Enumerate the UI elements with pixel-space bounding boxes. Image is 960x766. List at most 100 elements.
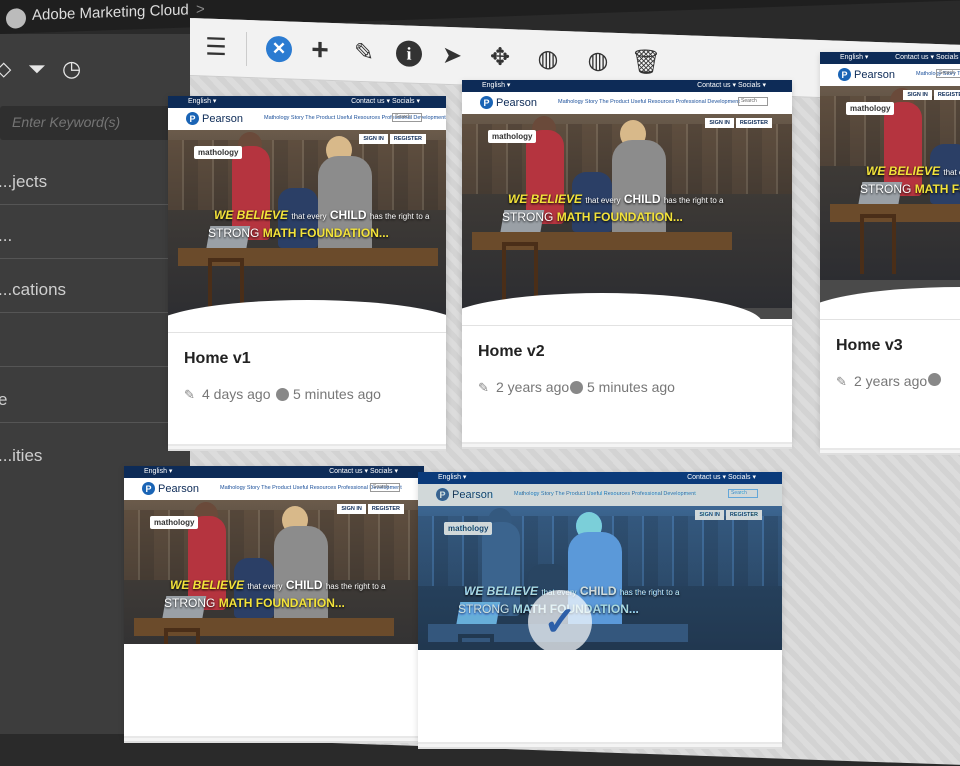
page-thumbnail[interactable]: English ▾ Contact us ▾ Socials ▾ PPearso…: [124, 466, 424, 644]
thumb-math: MATH FOUNDATION...: [556, 210, 683, 224]
thumb-child: CHILD: [623, 192, 661, 206]
published-time: 5 minutes ago: [293, 386, 381, 402]
thumb-child: CHILD: [329, 208, 367, 222]
thumb-brand: Pearson: [158, 482, 199, 495]
thumb-math: MATH FOUNDATION...: [218, 596, 345, 610]
thumb-tagline-1: WE BELIEVE that every CHILD has the righ…: [170, 578, 385, 592]
thumb-hero-image: mathology SIGN IN REGISTER WE BELIEVE th…: [124, 500, 424, 644]
pencil-icon: ✎: [478, 380, 489, 395]
thumb-language: English ▾: [188, 98, 217, 105]
page-card[interactable]: English ▾ Contact us ▾ Socials ▾ PPearso…: [124, 466, 424, 736]
card-modified: ✎ 4 days ago: [184, 386, 271, 402]
globe-icon: [928, 373, 941, 386]
page-card[interactable]: English ▾ Contact us ▾ Socials ▾ PPearso…: [418, 472, 782, 742]
thumb-nav: Mathology Story The Product Useful Resou…: [514, 491, 696, 497]
info-icon[interactable]: i: [396, 40, 422, 68]
thumb-strong: STRONG: [164, 596, 216, 610]
tag-icon[interactable]: ⬦: [0, 56, 11, 82]
search-input[interactable]: [0, 106, 180, 138]
thumb-brand: Pearson: [854, 68, 895, 81]
thumb-register: REGISTER: [725, 510, 762, 520]
thumb-signin: SIGN IN REGISTER: [337, 504, 404, 514]
thumb-math: MATH FOUNDATION...: [262, 226, 389, 240]
page-thumbnail[interactable]: English ▾ Contact us ▾ Socials ▾ PPearso…: [418, 472, 782, 650]
page-thumbnail[interactable]: English ▾ Contact us ▾ Socials ▾ PPearso…: [462, 80, 792, 319]
card-title[interactable]: Home v1: [184, 350, 251, 368]
thumb-register: REGISTER: [735, 118, 772, 128]
divider: [0, 312, 190, 313]
mathology-logo: mathology: [150, 516, 199, 529]
page-card[interactable]: English ▾ Contact us ▾ Socials ▾ PPearso…: [462, 80, 792, 442]
thumb-math: MATH FOUNDATION...: [914, 182, 960, 196]
thumb-sign-in: SIGN IN: [705, 118, 734, 128]
menu-icon[interactable]: ☰: [200, 30, 232, 63]
thumb-strong: STRONG: [860, 182, 912, 196]
add-icon[interactable]: +: [304, 33, 336, 67]
thumb-language: English ▾: [840, 54, 869, 61]
thumb-top-bar: English ▾ Contact us ▾ Socials ▾: [820, 52, 960, 64]
thumb-hero-image: mathology SIGN IN REGISTER WE BELIEVE th…: [168, 130, 446, 324]
delete-icon[interactable]: 🗑: [630, 45, 662, 78]
clock-icon[interactable]: ◷: [62, 56, 81, 82]
select-icon[interactable]: ➤: [436, 39, 468, 72]
thumb-we-believe: WE BELIEVE: [464, 584, 539, 598]
sidebar-item-applications[interactable]: ...cations: [0, 280, 178, 300]
publish-icon[interactable]: ◍: [532, 42, 564, 75]
thumb-header: PPearson Mathology Story The Product Use…: [168, 108, 446, 130]
thumb-language: English ▾: [144, 468, 173, 475]
selected-check-icon[interactable]: ✓: [528, 590, 592, 650]
thumb-tagline-2: STRONG MATH FOUNDATION...: [502, 210, 683, 224]
sidebar-item-projects[interactable]: ...jects: [0, 172, 178, 192]
thumb-contact: Contact us ▾: [329, 468, 368, 475]
pearson-logo: P Pearson: [480, 96, 537, 109]
thumb-that-every: that every: [585, 196, 621, 205]
sidebar-item-4[interactable]: e: [0, 390, 178, 410]
thumb-register: REGISTER: [933, 90, 960, 100]
thumb-right: has the right to a: [325, 582, 386, 591]
thumb-signin: SIGN IN REGISTER: [695, 510, 762, 520]
modified-time: 4 days ago: [202, 386, 271, 402]
breadcrumb-separator: >: [196, 0, 205, 19]
thumb-top-bar: English ▾ Contact us ▾ Socials ▾: [124, 466, 424, 478]
mathology-logo: mathology: [846, 102, 895, 115]
page-card[interactable]: English ▾ Contact us ▾ Socials ▾ PPearso…: [820, 52, 960, 448]
thumb-contact: Contact us ▾: [895, 54, 934, 61]
thumb-brand: Pearson: [496, 96, 537, 109]
card-divider: [820, 319, 960, 320]
thumb-sign-in: SIGN IN: [903, 90, 932, 100]
pencil-icon: ✎: [184, 387, 195, 402]
page-thumbnail[interactable]: English ▾ Contact us ▾ Socials ▾ PPearso…: [168, 96, 446, 326]
card-title[interactable]: Home v3: [836, 337, 903, 355]
page-thumbnail[interactable]: English ▾ Contact us ▾ Socials ▾ PPearso…: [820, 52, 960, 313]
edit-icon[interactable]: ✎: [348, 36, 380, 69]
sidebar-item-activities[interactable]: ...ities: [0, 446, 178, 466]
card-published: 5 minutes ago: [570, 379, 675, 395]
thumb-right: has the right to a: [369, 212, 430, 221]
move-icon[interactable]: ✥: [484, 40, 516, 73]
card-title[interactable]: Home v2: [478, 343, 545, 361]
card-modified: ✎ 2 years ago: [478, 379, 569, 395]
thumb-sign-in: SIGN IN: [359, 134, 388, 144]
close-icon[interactable]: ✕: [266, 35, 292, 63]
thumb-tagline-1: WE BELIEVE that every CHILD has the righ…: [214, 208, 429, 222]
thumb-we-believe: WE BELIEVE: [508, 192, 583, 206]
thumb-chair: [458, 634, 494, 650]
toolbar-separator: [246, 31, 247, 66]
thumb-tagline-1: WE BELIEVE that every CHILD has the righ…: [866, 164, 960, 178]
unpublish-icon[interactable]: ◍: [582, 44, 614, 77]
card-published: [928, 373, 945, 386]
thumb-brand: Pearson: [202, 112, 243, 125]
app-title[interactable]: Adobe Marketing Cloud: [32, 1, 189, 23]
filter-icon[interactable]: ⏷: [28, 56, 46, 82]
mathology-logo: mathology: [488, 130, 537, 143]
pearson-logo: P Pearson: [142, 482, 199, 495]
thumb-that-every: that every: [291, 212, 327, 221]
card-modified: ✎ 2 years ago: [836, 373, 927, 389]
mathology-logo: mathology: [444, 522, 493, 535]
thumb-search: Search: [728, 489, 758, 498]
thumb-we-believe: WE BELIEVE: [214, 208, 289, 222]
thumb-chair: [164, 628, 200, 644]
thumb-contact: Contact us ▾: [697, 82, 736, 89]
sidebar-item-2[interactable]: ...: [0, 226, 178, 246]
page-card[interactable]: English ▾ Contact us ▾ Socials ▾ PPearso…: [168, 96, 446, 444]
